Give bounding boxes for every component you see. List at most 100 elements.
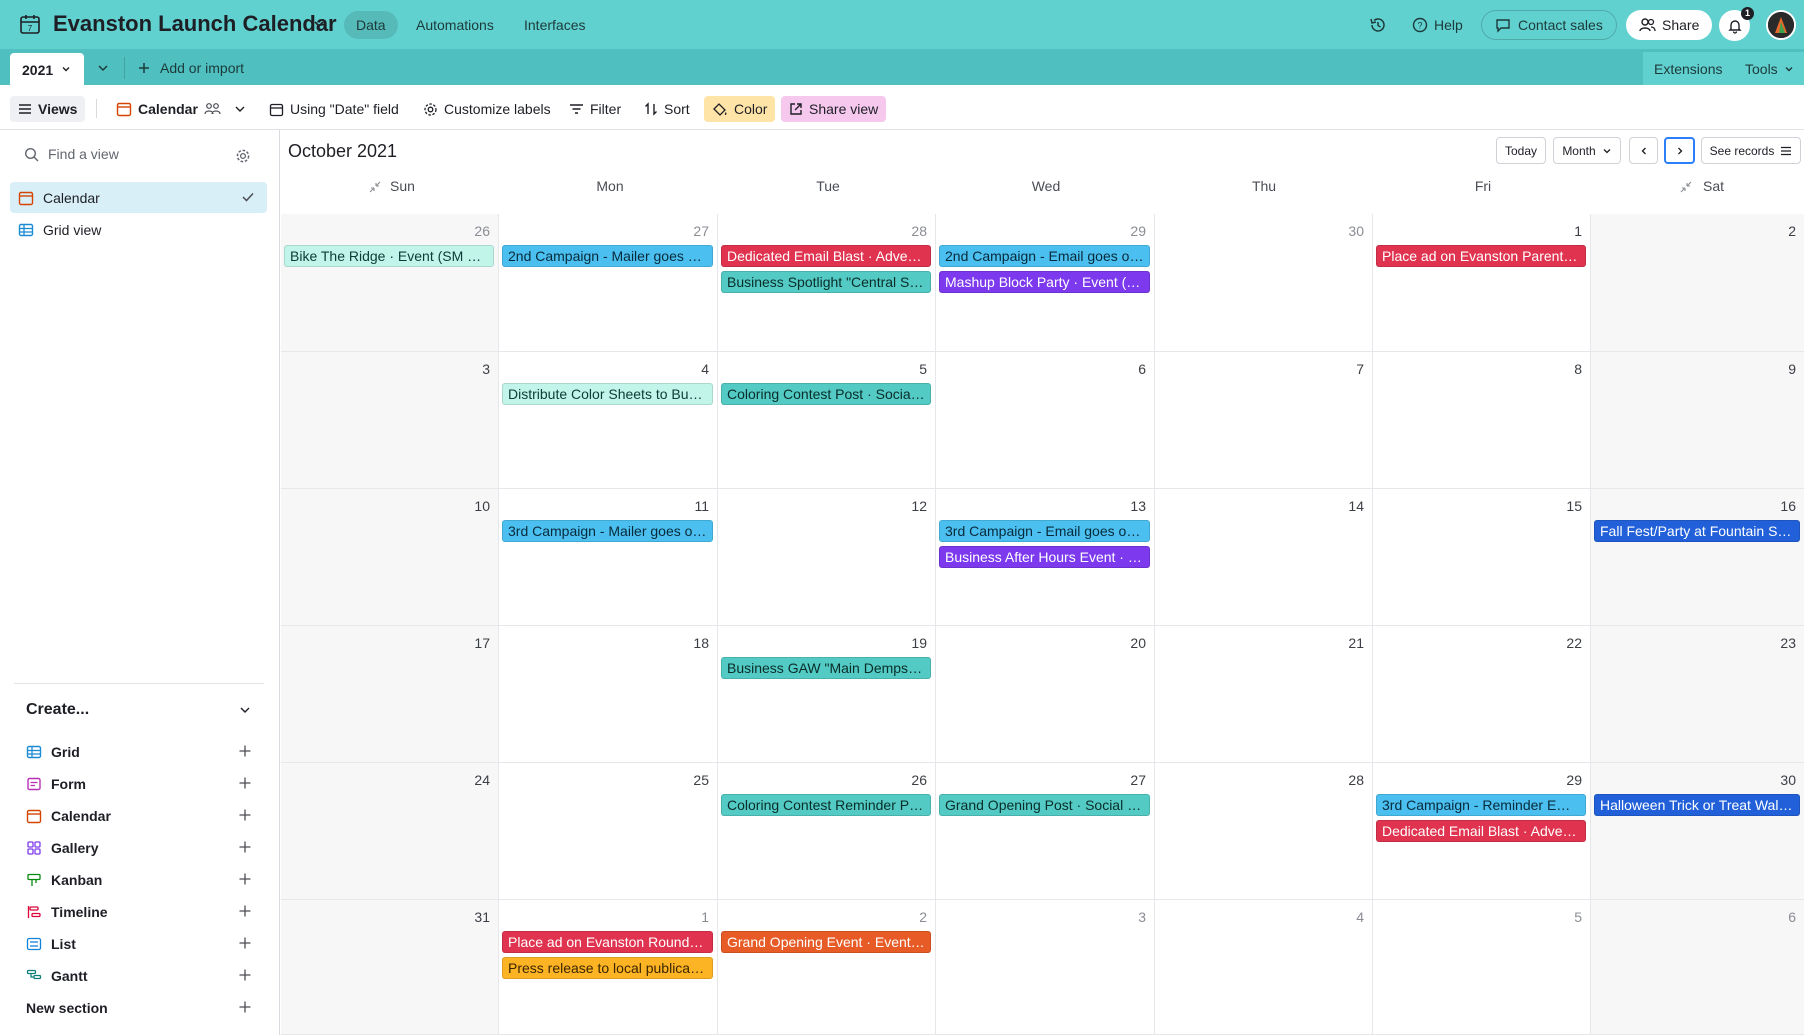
calendar-event[interactable]: Press release to local publicatio... — [502, 957, 713, 979]
calendar-base-icon[interactable]: 7 — [19, 13, 41, 35]
calendar-event[interactable]: Place ad on Evanston Parent · A... — [1376, 245, 1586, 267]
calendar-event[interactable]: 2nd Campaign - Mailer goes out... — [502, 245, 713, 267]
calendar-event[interactable]: Business GAW "Main Dempster... — [721, 657, 931, 679]
nav-interfaces[interactable]: Interfaces — [512, 11, 597, 39]
add-or-import-button[interactable]: Add or import — [137, 60, 244, 76]
calendar-event[interactable]: Coloring Contest Post · Social ... — [721, 383, 931, 405]
sort-button[interactable]: Sort — [636, 96, 698, 122]
calendar-event[interactable]: Business After Hours Event · Ev... — [939, 546, 1150, 568]
day-cell[interactable]: 17 — [281, 626, 499, 763]
day-cell[interactable]: 10 — [281, 489, 499, 626]
calendar-event[interactable]: 3rd Campaign - Reminder Email... — [1376, 794, 1586, 816]
calendar-event[interactable]: Mashup Block Party · Event (Ev... — [939, 271, 1150, 293]
calendar-event[interactable]: Distribute Color Sheets to Busi... — [502, 383, 713, 405]
day-cell[interactable]: 3 — [281, 352, 499, 489]
create-grid[interactable]: Grid — [26, 741, 256, 763]
sidebar-view-calendar[interactable]: Calendar — [10, 182, 267, 213]
day-cell[interactable]: 4 — [1155, 900, 1373, 1035]
create-section-heading[interactable]: Create... — [26, 701, 89, 719]
customize-labels-button[interactable]: Customize labels — [415, 96, 559, 122]
collapse-weekend-icon[interactable] — [1680, 181, 1692, 193]
calendar-event[interactable]: Business Spotlight "Central St ... — [721, 271, 931, 293]
day-cell[interactable]: 2 — [1591, 214, 1804, 352]
day-cell[interactable]: 31 — [281, 900, 499, 1035]
calendar-event[interactable]: Fall Fest/Party at Fountain Squa... — [1594, 520, 1800, 542]
prev-month-button[interactable] — [1629, 137, 1658, 164]
nav-automations[interactable]: Automations — [404, 11, 506, 39]
day-cell[interactable]: 1 Place ad on Evanston Roundtab... Press r… — [499, 900, 718, 1035]
day-cell[interactable]: 27 Grand Opening Post · Social Me... — [936, 763, 1155, 900]
calendar-event[interactable]: Dedicated Email Blast · Advertis... — [1376, 820, 1586, 842]
day-cell[interactable]: 26 Bike The Ridge · Event (SM Con... — [281, 214, 499, 352]
day-cell[interactable]: 15 — [1373, 489, 1591, 626]
day-cell[interactable]: 30 Halloween Trick or Treat Walk · ... — [1591, 763, 1804, 900]
today-button[interactable]: Today — [1496, 137, 1546, 164]
day-cell[interactable]: 1 Place ad on Evanston Parent · A... — [1373, 214, 1591, 352]
day-cell[interactable]: 9 — [1591, 352, 1804, 489]
help-button[interactable]: ? Help — [1412, 10, 1463, 40]
base-title[interactable]: Evanston Launch Calendar — [53, 11, 337, 37]
calendar-event[interactable]: 3rd Campaign - Mailer goes out... — [502, 520, 713, 542]
share-button[interactable]: Share — [1626, 10, 1713, 40]
day-cell[interactable]: 5 — [1373, 900, 1591, 1035]
calendar-event[interactable]: Halloween Trick or Treat Walk · ... — [1594, 794, 1800, 816]
extensions-button[interactable]: Extensions — [1654, 61, 1722, 77]
day-cell[interactable]: 21 — [1155, 626, 1373, 763]
calendar-event[interactable]: Bike The Ridge · Event (SM Con... — [284, 245, 494, 267]
gear-icon[interactable] — [235, 148, 251, 164]
contact-sales-button[interactable]: Contact sales — [1481, 10, 1617, 40]
sidebar-view-grid[interactable]: Grid view — [10, 214, 267, 245]
day-cell[interactable]: 28 — [1155, 763, 1373, 900]
chevron-down-icon[interactable] — [96, 61, 110, 75]
calendar-event[interactable]: Grand Opening Post · Social Me... — [939, 794, 1150, 816]
color-button[interactable]: Color — [704, 96, 776, 122]
create-form[interactable]: Form — [26, 773, 256, 795]
day-cell[interactable]: 26 Coloring Contest Reminder Pos... — [718, 763, 936, 900]
current-view-button[interactable]: Calendar — [108, 96, 255, 122]
day-cell[interactable]: 16 Fall Fest/Party at Fountain Squa... — [1591, 489, 1804, 626]
calendar-event[interactable]: 3rd Campaign - Email goes out... — [939, 520, 1150, 542]
find-view-input[interactable]: Find a view — [24, 146, 119, 162]
day-cell[interactable]: 6 — [936, 352, 1155, 489]
day-cell[interactable]: 8 — [1373, 352, 1591, 489]
date-field-button[interactable]: Using "Date" field — [261, 96, 407, 122]
day-cell[interactable]: 12 — [718, 489, 936, 626]
day-cell[interactable]: 11 3rd Campaign - Mailer goes out... — [499, 489, 718, 626]
day-cell[interactable]: 27 2nd Campaign - Mailer goes out... — [499, 214, 718, 352]
table-tab-2021[interactable]: 2021 — [10, 53, 84, 85]
create-calendar[interactable]: Calendar — [26, 805, 256, 827]
history-icon[interactable] — [1369, 16, 1387, 34]
day-cell[interactable]: 2 Grand Opening Event · Event (F... — [718, 900, 936, 1035]
create-gallery[interactable]: Gallery — [26, 837, 256, 859]
tools-button[interactable]: Tools — [1745, 61, 1794, 77]
day-cell[interactable]: 22 — [1373, 626, 1591, 763]
filter-button[interactable]: Filter — [561, 96, 629, 122]
see-records-button[interactable]: See records — [1701, 137, 1801, 164]
nav-data[interactable]: Data — [344, 11, 398, 39]
create-timeline[interactable]: Timeline — [26, 901, 256, 923]
chevron-down-icon[interactable] — [238, 703, 252, 717]
calendar-event[interactable]: 2nd Campaign - Email goes out... — [939, 245, 1150, 267]
day-cell[interactable]: 20 — [936, 626, 1155, 763]
create-gantt[interactable]: Gantt — [26, 965, 256, 987]
day-cell[interactable]: 24 — [281, 763, 499, 900]
day-cell[interactable]: 14 — [1155, 489, 1373, 626]
calendar-event[interactable]: Coloring Contest Reminder Pos... — [721, 794, 931, 816]
day-cell[interactable]: 19 Business GAW "Main Dempster... — [718, 626, 936, 763]
create-kanban[interactable]: Kanban — [26, 869, 256, 891]
calendar-event[interactable]: Dedicated Email Blast · Advertis... — [721, 245, 931, 267]
chevron-down-icon[interactable] — [61, 64, 71, 74]
calendar-event[interactable]: Grand Opening Event · Event (F... — [721, 931, 931, 953]
share-view-button[interactable]: Share view — [781, 96, 887, 122]
day-cell[interactable]: 18 — [499, 626, 718, 763]
next-month-button[interactable] — [1664, 137, 1695, 164]
day-cell[interactable]: 25 — [499, 763, 718, 900]
day-cell[interactable]: 5 Coloring Contest Post · Social ... — [718, 352, 936, 489]
day-cell[interactable]: 29 3rd Campaign - Reminder Email... Dedica… — [1373, 763, 1591, 900]
day-cell[interactable]: 3 — [936, 900, 1155, 1035]
day-cell[interactable]: 7 — [1155, 352, 1373, 489]
create-list[interactable]: List — [26, 933, 256, 955]
day-cell[interactable]: 30 — [1155, 214, 1373, 352]
day-cell[interactable]: 4 Distribute Color Sheets to Busi... — [499, 352, 718, 489]
chevron-down-icon[interactable] — [311, 16, 327, 32]
